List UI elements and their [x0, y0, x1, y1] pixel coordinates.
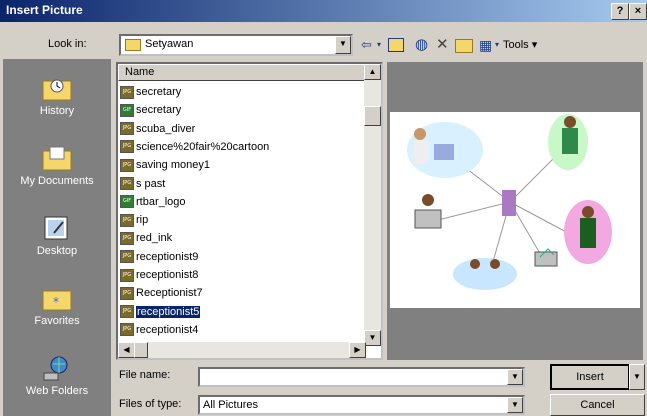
- views-dropdown-icon[interactable]: ▾: [495, 36, 499, 54]
- file-name-dropdown-button[interactable]: ▼: [507, 369, 523, 385]
- look-in-label: Look in:: [48, 38, 87, 50]
- file-name: rtbar_logo: [136, 195, 186, 208]
- file-list-item[interactable]: JPG Receptionist7: [120, 284, 203, 302]
- new-folder-icon[interactable]: [455, 39, 473, 53]
- jpg-file-icon: JPG: [120, 122, 134, 136]
- file-name: rip: [136, 214, 149, 227]
- gif-file-icon: GIF: [120, 103, 134, 117]
- desktop-icon: [42, 215, 72, 241]
- file-list-item[interactable]: JPG science%20fair%20cartoon: [120, 138, 269, 156]
- delete-icon[interactable]: ✕: [436, 36, 449, 54]
- file-list-item[interactable]: JPG red_ink: [120, 229, 172, 247]
- scroll-thumb[interactable]: [364, 106, 381, 126]
- vertical-scrollbar[interactable]: ▲ ▼: [364, 64, 381, 346]
- file-list-item[interactable]: JPG receptionist8: [120, 266, 198, 284]
- look-in-combo[interactable]: Setyawan ▼: [119, 34, 353, 56]
- files-of-type-dropdown-button[interactable]: ▼: [507, 397, 523, 413]
- file-list-item[interactable]: JPG rip: [120, 211, 148, 229]
- file-list-item[interactable]: JPG saving money1: [120, 156, 210, 174]
- file-name: secretary: [136, 104, 182, 117]
- search-web-icon[interactable]: ◍: [415, 36, 428, 54]
- network-clipart: [407, 114, 612, 290]
- file-list-item[interactable]: JPG scuba_diver: [120, 120, 195, 138]
- name-column-header[interactable]: Name: [118, 64, 366, 81]
- file-list[interactable]: Name JPG secretary GIF secretary JPG scuba_di…: [116, 62, 383, 360]
- file-name: scuba_diver: [136, 122, 196, 135]
- window-title: Insert Picture: [6, 3, 83, 17]
- file-name: Receptionist7: [136, 287, 203, 300]
- jpg-file-icon: JPG: [120, 268, 134, 282]
- preview-pane: [387, 62, 643, 360]
- place-my-documents[interactable]: My Documents: [3, 145, 111, 187]
- file-name: red_ink: [136, 232, 173, 245]
- back-dropdown-icon[interactable]: ▾: [377, 36, 381, 54]
- history-icon: [42, 75, 72, 101]
- jpg-file-icon: JPG: [120, 158, 134, 172]
- scroll-up-button[interactable]: ▲: [364, 64, 381, 80]
- file-name: science%20fair%20cartoon: [136, 140, 270, 153]
- file-list-item[interactable]: JPG receptionist4: [120, 321, 198, 339]
- back-icon[interactable]: ⇦: [361, 36, 372, 54]
- file-name: receptionist9: [136, 250, 199, 263]
- jpg-file-icon: JPG: [120, 250, 134, 264]
- file-name-input[interactable]: ▼: [198, 367, 525, 387]
- jpg-file-icon: JPG: [120, 231, 134, 245]
- jpg-file-icon: JPG: [120, 323, 134, 337]
- scroll-down-button[interactable]: ▼: [364, 330, 381, 346]
- place-history[interactable]: History: [3, 75, 111, 117]
- jpg-file-icon: JPG: [120, 305, 134, 319]
- up-folder-icon[interactable]: [388, 38, 404, 52]
- preview-image: [390, 112, 640, 308]
- files-of-type-combo[interactable]: All Pictures ▼: [198, 395, 525, 415]
- file-list-item[interactable]: GIF secretary: [120, 101, 181, 119]
- insert-button[interactable]: Insert: [550, 364, 630, 390]
- file-list-item[interactable]: JPG receptionist5: [120, 303, 202, 321]
- folder-icon: [125, 39, 141, 51]
- place-favorites[interactable]: * Favorites: [3, 285, 111, 327]
- jpg-file-icon: JPG: [120, 140, 134, 154]
- horizontal-scroll-thumb[interactable]: [134, 342, 148, 358]
- file-list-item[interactable]: JPG secretary: [120, 83, 181, 101]
- my-documents-icon: [42, 145, 72, 171]
- files-of-type-label: Files of type:: [119, 398, 182, 410]
- file-list-item[interactable]: JPG receptionist9: [120, 248, 198, 266]
- place-web-folders[interactable]: Web Folders: [3, 355, 111, 397]
- jpg-file-icon: JPG: [120, 85, 134, 99]
- file-name: receptionist4: [136, 323, 199, 336]
- file-list-item[interactable]: JPG s past: [120, 175, 165, 193]
- web-folders-icon: [42, 355, 72, 381]
- file-name: receptionist8: [136, 269, 199, 281]
- insert-dropdown-button[interactable]: ▼: [629, 364, 645, 390]
- insert-picture-dialog: Insert Picture ? × Look in: Setyawan ▼ ⇦…: [0, 0, 647, 416]
- favorites-icon: *: [42, 285, 72, 311]
- close-button[interactable]: ×: [629, 3, 647, 20]
- file-name: saving money1: [136, 159, 210, 172]
- title-bar[interactable]: Insert Picture ? ×: [0, 0, 647, 22]
- file-name: receptionist5: [134, 304, 202, 319]
- tools-menu[interactable]: Tools ▾: [503, 36, 537, 54]
- scroll-right-button[interactable]: ▶: [349, 342, 366, 358]
- help-button[interactable]: ?: [611, 3, 629, 20]
- look-in-value: Setyawan: [145, 38, 194, 50]
- svg-text:*: *: [53, 295, 59, 309]
- place-desktop[interactable]: Desktop: [3, 215, 111, 257]
- views-icon[interactable]: ▦: [479, 36, 492, 54]
- look-in-dropdown-button[interactable]: ▼: [335, 36, 351, 54]
- jpg-file-icon: JPG: [120, 286, 134, 300]
- jpg-file-icon: JPG: [120, 213, 134, 227]
- file-list-item[interactable]: GIF rtbar_logo: [120, 193, 186, 211]
- gif-file-icon: GIF: [120, 195, 134, 209]
- horizontal-scrollbar[interactable]: ◀ ▶: [118, 342, 366, 358]
- scroll-left-button[interactable]: ◀: [118, 342, 135, 358]
- files-of-type-value: All Pictures: [203, 399, 259, 411]
- cancel-button[interactable]: Cancel: [550, 394, 645, 416]
- file-name-label: File name:: [119, 369, 171, 381]
- file-name: s past: [136, 177, 166, 190]
- places-bar: History My Documents Desktop * Favorites…: [3, 59, 111, 416]
- file-name: secretary: [136, 86, 182, 98]
- jpg-file-icon: JPG: [120, 177, 134, 191]
